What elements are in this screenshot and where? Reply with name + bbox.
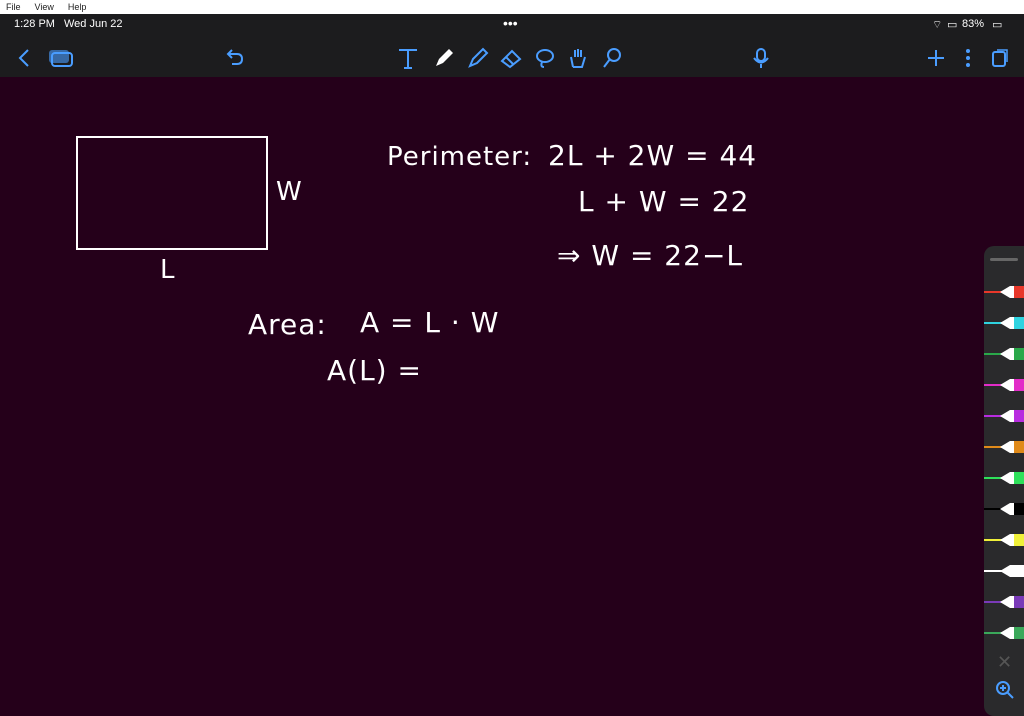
palette-grabber[interactable] <box>990 258 1018 261</box>
perimeter-label: Perimeter: <box>387 142 533 172</box>
close-icon[interactable]: ✕ <box>997 652 1012 673</box>
more-dots-icon[interactable]: ••• <box>503 15 518 31</box>
width-equation: ⇒ W = 22−L <box>557 239 743 272</box>
pen-color-6[interactable] <box>984 437 1024 457</box>
pen-color-5[interactable] <box>984 406 1024 426</box>
rect-length-label: L <box>160 255 176 285</box>
undo-icon[interactable] <box>220 44 248 72</box>
pen-color-7[interactable] <box>984 468 1024 488</box>
more-icon[interactable] <box>954 44 982 72</box>
zoom-tool-icon[interactable] <box>598 44 626 72</box>
pen-palette: ✕ <box>984 246 1024 716</box>
note-canvas[interactable]: W L Perimeter: 2L + 2W = 44 L + W = 22 ⇒… <box>0 77 1024 716</box>
status-date: Wed Jun 22 <box>64 18 123 30</box>
add-icon[interactable] <box>922 44 950 72</box>
pen-color-3[interactable] <box>984 344 1024 364</box>
pen-color-10[interactable] <box>984 561 1024 581</box>
battery-icon: ▭ <box>992 19 1003 31</box>
rect-width-label: W <box>276 177 303 207</box>
pen-color-8[interactable] <box>984 499 1024 519</box>
pen-icon[interactable] <box>430 44 458 72</box>
wifi-icon: ⌔ <box>932 19 943 31</box>
pen-color-1[interactable] <box>984 282 1024 302</box>
mic-icon[interactable] <box>747 44 775 72</box>
area-equation: A = L · W <box>360 306 500 339</box>
text-tool-icon[interactable] <box>394 44 422 72</box>
zoom-in-icon[interactable] <box>995 680 1015 705</box>
duplicate-icon[interactable] <box>986 44 1014 72</box>
pen-color-4[interactable] <box>984 375 1024 395</box>
perimeter-equation: 2L + 2W = 44 <box>548 139 758 172</box>
area-label: Area: <box>248 308 327 341</box>
pen-color-11[interactable] <box>984 592 1024 612</box>
pen-color-2[interactable] <box>984 313 1024 333</box>
menu-bar: File View Help <box>0 0 1024 14</box>
pages-icon[interactable] <box>47 44 75 72</box>
lasso-icon[interactable] <box>531 44 559 72</box>
area-function: A(L) = <box>327 354 422 387</box>
simplified-equation: L + W = 22 <box>578 185 750 218</box>
hand-icon[interactable] <box>564 44 592 72</box>
rectangle-drawing <box>76 136 268 250</box>
battery-percent: 83% <box>962 18 985 30</box>
menu-view[interactable]: View <box>35 2 54 12</box>
back-icon[interactable] <box>10 44 38 72</box>
pen-color-9[interactable] <box>984 530 1024 550</box>
status-time: 1:28 PM <box>14 18 55 30</box>
highlighter-icon[interactable] <box>464 44 492 72</box>
screen-icon: ▭ <box>947 19 958 31</box>
menu-help[interactable]: Help <box>68 2 87 12</box>
eraser-icon[interactable] <box>497 44 525 72</box>
pen-color-12[interactable] <box>984 623 1024 643</box>
menu-file[interactable]: File <box>6 2 21 12</box>
